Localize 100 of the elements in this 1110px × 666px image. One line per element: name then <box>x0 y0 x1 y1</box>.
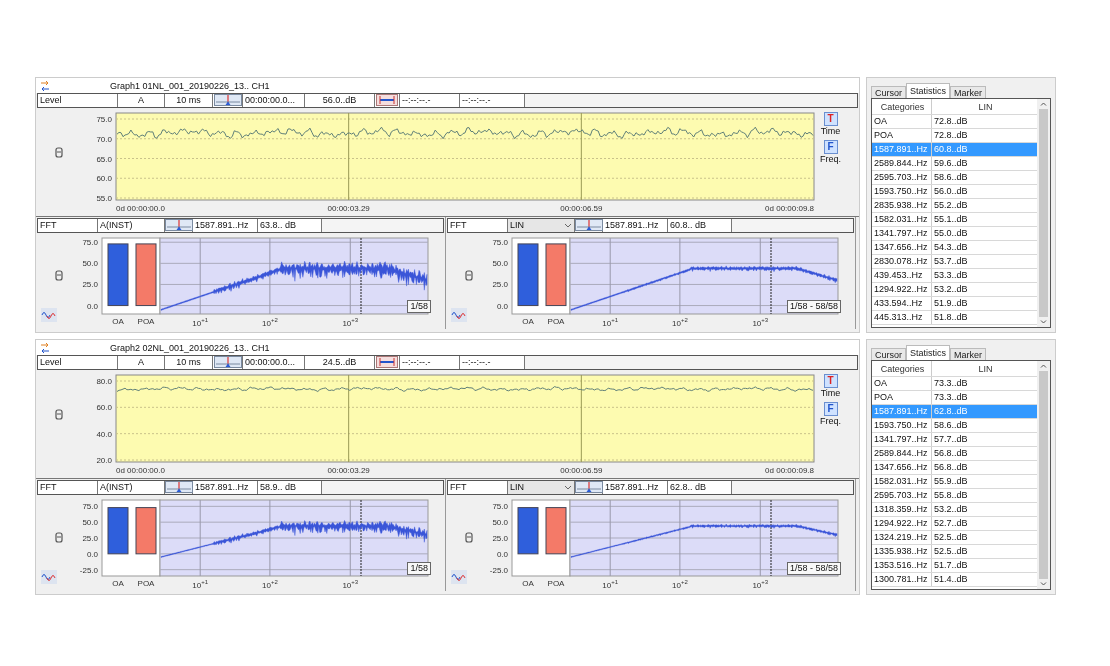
column-header[interactable]: Categories <box>872 99 932 114</box>
cursor-icon[interactable] <box>214 356 242 368</box>
statistics-row[interactable]: 433.594..Hz 51.9..dB <box>872 297 1037 311</box>
waveform-icon[interactable] <box>451 570 467 584</box>
y-axis-label: -25.0 <box>489 565 508 575</box>
level-cell-text: 52.7..dB <box>933 517 969 530</box>
cursor-icon[interactable] <box>575 219 603 231</box>
category-cell: 1582.031..Hz <box>872 475 932 488</box>
scroll-up-icon[interactable] <box>1040 102 1047 106</box>
statistics-row[interactable]: 1353.516..Hz 51.7..dB <box>872 559 1037 573</box>
panel-tab[interactable]: Statistics <box>906 345 951 360</box>
statistics-row[interactable]: 2589.844..Hz 59.6..dB <box>872 157 1037 171</box>
column-header[interactable]: LIN <box>932 99 1037 114</box>
statistics-row[interactable]: 2835.938..Hz 55.2..dB <box>872 199 1037 213</box>
panel-tab[interactable]: Marker <box>950 86 987 98</box>
statistics-row[interactable]: 1341.797..Hz 55.0..dB <box>872 227 1037 241</box>
x-axis-label: 00:00:03.29 <box>327 204 370 213</box>
statistics-row[interactable]: 439.453..Hz 53.3..dB <box>872 269 1037 283</box>
statistics-row[interactable]: 2589.844..Hz 56.8..dB <box>872 447 1037 461</box>
y-axis-label: 0.0 <box>496 301 508 311</box>
scroll-down-icon[interactable] <box>1040 582 1047 586</box>
value-field: 60.8.. dB <box>668 219 732 232</box>
waveform-icon[interactable] <box>41 570 57 584</box>
statistics-row[interactable]: 1582.031..Hz 55.1..dB <box>872 213 1037 227</box>
weighting-dropdown[interactable]: LIN <box>508 219 575 232</box>
x-axis-label: 10$^{+3}$ <box>342 578 359 591</box>
scrollbar[interactable] <box>1037 99 1050 327</box>
level-cell-text: 62.8..dB <box>933 405 969 418</box>
y-axis-label: 70.0 <box>96 134 112 144</box>
y-axis-label: 25.0 <box>492 280 508 290</box>
statistics-row[interactable]: 2595.703..Hz 58.6..dB <box>872 171 1037 185</box>
weighting-dropdown[interactable]: LIN <box>508 481 575 494</box>
x-axis-label: 10$^{+3}$ <box>752 316 769 329</box>
scroll-up-icon[interactable] <box>1040 364 1047 368</box>
y-axis-label: 75.0 <box>82 502 98 512</box>
y-axis-label: -25.0 <box>79 565 98 575</box>
category-cell: 2595.703..Hz <box>872 171 932 184</box>
statistics-row[interactable]: 1341.797..Hz 57.7..dB <box>872 433 1037 447</box>
cursor-icon[interactable] <box>165 481 193 493</box>
y-axis-label: 55.0 <box>96 194 112 203</box>
statistics-row[interactable]: 1294.922..Hz 53.2..dB <box>872 283 1037 297</box>
value-field: 58.9.. dB <box>258 481 322 494</box>
x-axis-label: 0d 00:00:09.8 <box>765 204 814 213</box>
level-cell-text: 57.7..dB <box>933 433 969 446</box>
statistics-row[interactable]: 2595.703..Hz 55.8..dB <box>872 489 1037 503</box>
range-icon[interactable] <box>376 94 398 106</box>
view-toggle-button[interactable]: T <box>823 112 838 126</box>
statistics-row[interactable]: 1335.938..Hz 52.5..dB <box>872 545 1037 559</box>
arrows-icon[interactable] <box>40 341 50 354</box>
level-cell-text: 53.2..dB <box>933 503 969 516</box>
column-header[interactable]: LIN <box>932 361 1037 376</box>
category-cell: 1324.219..Hz <box>872 531 932 544</box>
panel-tab[interactable]: Cursor <box>871 86 906 98</box>
mode-field: Level <box>38 356 118 369</box>
range-start-field: --:--:--.- <box>400 356 460 369</box>
level-cell-text: 55.9..dB <box>933 475 969 488</box>
level-bar <box>107 507 129 555</box>
panel-tab[interactable]: Cursor <box>871 348 906 360</box>
page-indicator: 1/58 <box>407 562 431 575</box>
statistics-row[interactable]: 2830.078..Hz 53.7..dB <box>872 255 1037 269</box>
view-label: Time <box>820 126 841 136</box>
view-toggle-button[interactable]: T <box>823 374 838 388</box>
scrollbar[interactable] <box>1037 361 1050 589</box>
panel-tab[interactable]: Marker <box>950 348 987 360</box>
statistics-row[interactable]: 1582.031..Hz 55.9..dB <box>872 475 1037 489</box>
column-header[interactable]: Categories <box>872 361 932 376</box>
level-bar <box>545 243 567 307</box>
cursor-icon[interactable] <box>165 219 193 231</box>
statistics-row[interactable]: 1593.750..Hz 56.0..dB <box>872 185 1037 199</box>
level-cell-text: 56.8..dB <box>933 461 969 474</box>
statistics-row[interactable]: OA 72.8..dB <box>872 115 1037 129</box>
level-cell-text: 59.6..dB <box>933 157 969 170</box>
y-axis-label: 0.0 <box>86 301 98 311</box>
axis-unit-icon <box>465 532 473 543</box>
level-bar <box>135 507 157 555</box>
statistics-row[interactable]: 1347.656..Hz 54.3..dB <box>872 241 1037 255</box>
category-cell: 2589.844..Hz <box>872 157 932 170</box>
cursor-icon[interactable] <box>214 94 242 106</box>
arrows-icon[interactable] <box>40 79 50 92</box>
level-bar <box>135 243 157 307</box>
statistics-row[interactable]: 1324.219..Hz 52.5..dB <box>872 531 1037 545</box>
y-axis-label: 75.0 <box>492 238 508 248</box>
view-toggle-button[interactable]: F <box>823 140 838 154</box>
statistics-row[interactable]: 445.313..Hz 51.8..dB <box>872 311 1037 325</box>
x-axis-label: 10$^{+2}$ <box>672 578 688 591</box>
cursor-icon[interactable] <box>575 481 603 493</box>
waveform-icon[interactable] <box>41 308 57 322</box>
view-toggle-button[interactable]: F <box>823 402 838 416</box>
range-icon[interactable] <box>376 356 398 368</box>
statistics-row[interactable]: 1294.922..Hz 52.7..dB <box>872 517 1037 531</box>
statistics-row[interactable]: 1347.656..Hz 56.8..dB <box>872 461 1037 475</box>
statistics-row[interactable]: 1593.750..Hz 58.6..dB <box>872 419 1037 433</box>
panel-tab[interactable]: Statistics <box>906 83 951 98</box>
statistics-row[interactable]: OA 73.3..dB <box>872 377 1037 391</box>
statistics-row[interactable]: 1300.781..Hz 51.4..dB <box>872 573 1037 587</box>
weighting-field: A(INST) <box>98 481 165 494</box>
x-axis-label: 10$^{+1}$ <box>602 316 619 329</box>
scroll-down-icon[interactable] <box>1040 320 1047 324</box>
waveform-icon[interactable] <box>451 308 467 322</box>
statistics-row[interactable]: 1318.359..Hz 53.2..dB <box>872 503 1037 517</box>
